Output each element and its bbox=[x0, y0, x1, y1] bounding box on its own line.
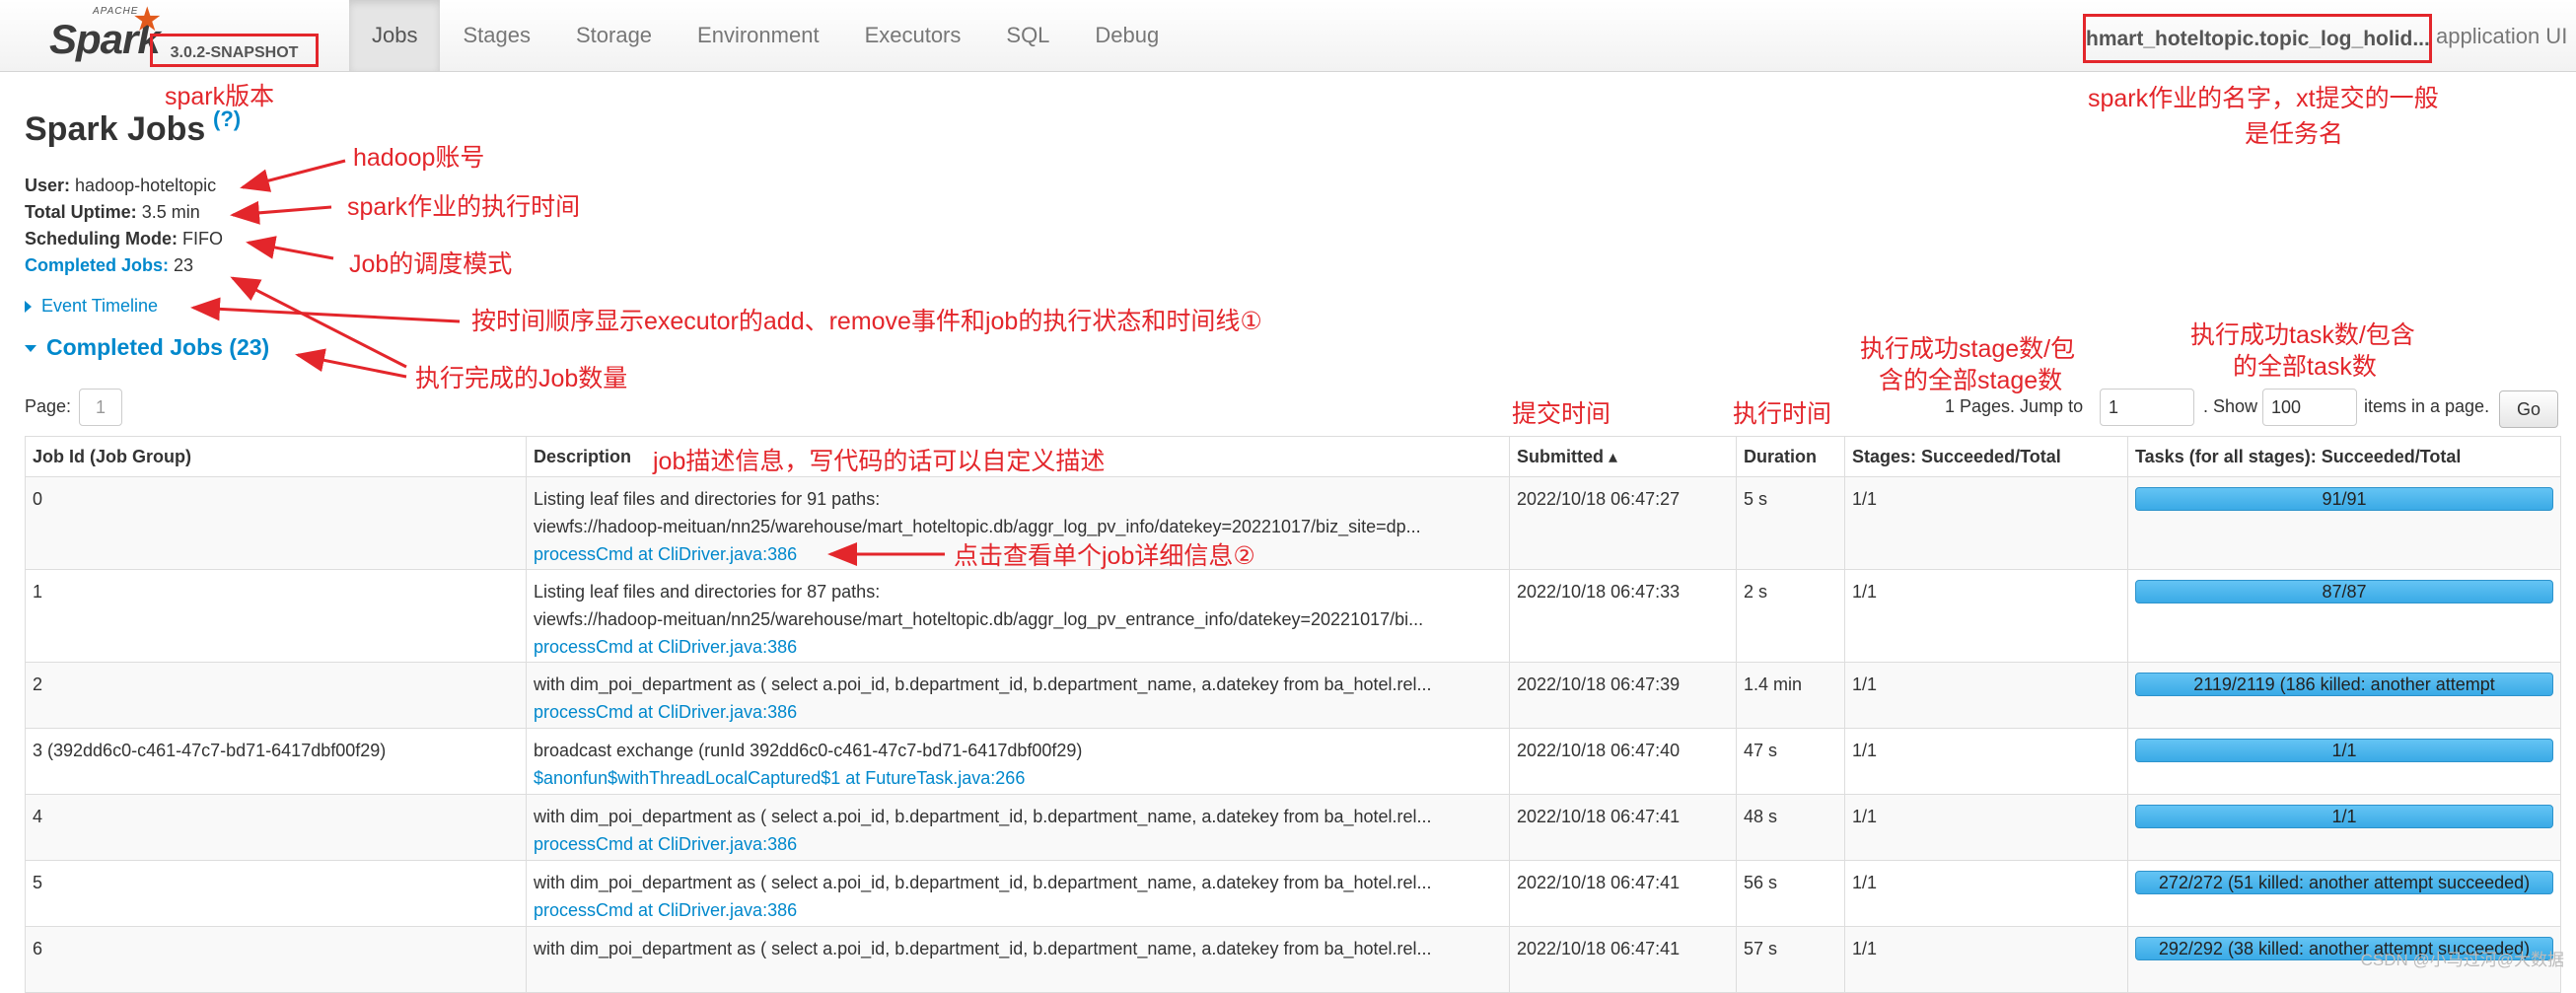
arrow-timeline bbox=[190, 297, 461, 323]
arrow-uptime bbox=[230, 200, 332, 225]
csdn-watermark: CSDN @小马过河@大数据 bbox=[2360, 951, 2564, 969]
arrow-mode bbox=[246, 236, 334, 260]
arrow-user bbox=[240, 159, 346, 192]
annotation-arrows bbox=[190, 159, 945, 566]
arrow-completed-count bbox=[230, 276, 407, 369]
